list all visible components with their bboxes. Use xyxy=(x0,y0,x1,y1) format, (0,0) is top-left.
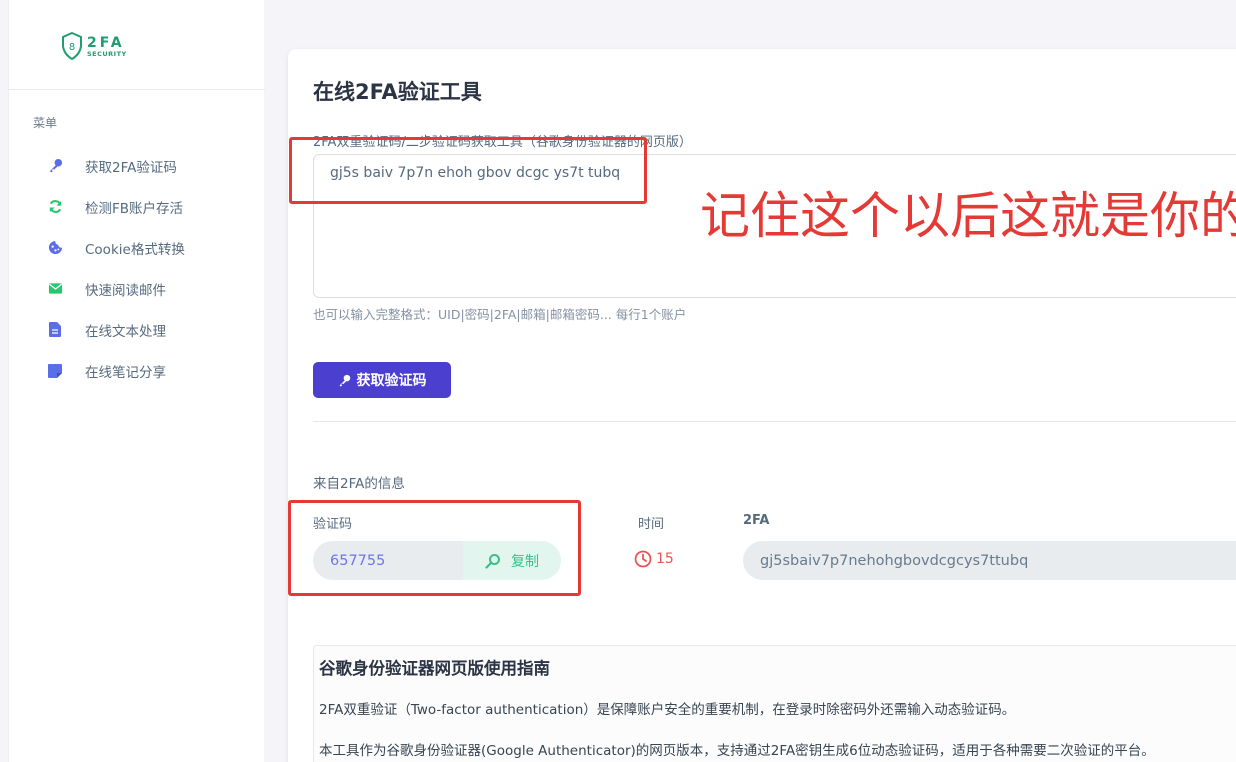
annotation-text: 记住这个以后这就是你的 xyxy=(700,187,1236,245)
sidebar-item-label: 在线笔记分享 xyxy=(85,364,166,381)
timer-value: 15 xyxy=(656,551,674,567)
refresh-icon xyxy=(47,199,63,215)
sidebar-item-label: 检测FB账户存活 xyxy=(85,200,184,217)
sidebar-item-label: Cookie格式转换 xyxy=(85,241,185,258)
secret-label: 2FA xyxy=(743,513,770,528)
highlight-box-code xyxy=(288,500,581,596)
highlight-box-input xyxy=(289,137,647,204)
sticky-note-icon xyxy=(47,363,63,379)
sidebar-item-label: 在线文本处理 xyxy=(85,323,166,340)
sidebar: 8 2FA SECURITY 菜单 获取2FA验证码 检测FB账户存活 Cook… xyxy=(8,0,265,762)
sidebar-item-text[interactable]: 在线文本处理 xyxy=(47,309,257,350)
envelope-icon xyxy=(47,281,63,297)
sidebar-item-cookie[interactable]: Cookie格式转换 xyxy=(47,227,257,268)
sidebar-item-mail[interactable]: 快速阅读邮件 xyxy=(47,268,257,309)
sidebar-menu: 获取2FA验证码 检测FB账户存活 Cookie格式转换 快速阅读邮件 在线文本… xyxy=(47,145,257,391)
divider xyxy=(313,421,1236,422)
logo-title: 2FA xyxy=(87,35,125,52)
timer: 15 xyxy=(634,550,674,568)
time-label: 时间 xyxy=(638,517,665,532)
input-hint: 也可以输入完整格式：UID|密码|2FA|邮箱|邮箱密码... 每行1个账户 xyxy=(313,307,687,322)
page-title: 在线2FA验证工具 xyxy=(313,80,482,104)
logo-subtitle: SECURITY xyxy=(87,50,127,59)
svg-text:8: 8 xyxy=(69,42,75,53)
result-section-label: 来自2FA的信息 xyxy=(313,476,405,492)
sidebar-item-label: 快速阅读邮件 xyxy=(85,282,166,299)
shield-logo-icon: 8 xyxy=(62,32,82,60)
guide-paragraph: 2FA双重验证（Two-factor authentication）是保障账户安… xyxy=(319,702,1016,718)
key-icon xyxy=(339,374,350,387)
clock-icon xyxy=(634,550,652,568)
app-logo[interactable]: 8 2FA SECURITY xyxy=(61,30,143,62)
key-icon xyxy=(47,158,63,174)
sidebar-item-check-fb[interactable]: 检测FB账户存活 xyxy=(47,186,257,227)
sidebar-item-get-2fa[interactable]: 获取2FA验证码 xyxy=(47,145,257,186)
guide-paragraph: 本工具作为谷歌身份验证器(Google Authenticator)的网页版本，… xyxy=(319,743,1155,759)
file-text-icon xyxy=(47,322,63,338)
secret-field[interactable]: gj5sbaiv7p7nehohgbovdcgcys7ttubq xyxy=(743,541,1236,580)
cookie-icon xyxy=(47,240,63,256)
get-code-label: 获取验证码 xyxy=(356,373,427,389)
get-code-button[interactable]: 获取验证码 xyxy=(313,362,451,398)
sidebar-item-label: 获取2FA验证码 xyxy=(85,159,177,176)
sidebar-divider xyxy=(9,89,265,90)
menu-title: 菜单 xyxy=(33,116,58,130)
sidebar-item-notes[interactable]: 在线笔记分享 xyxy=(47,350,257,391)
guide-title: 谷歌身份验证器网页版使用指南 xyxy=(319,659,550,678)
